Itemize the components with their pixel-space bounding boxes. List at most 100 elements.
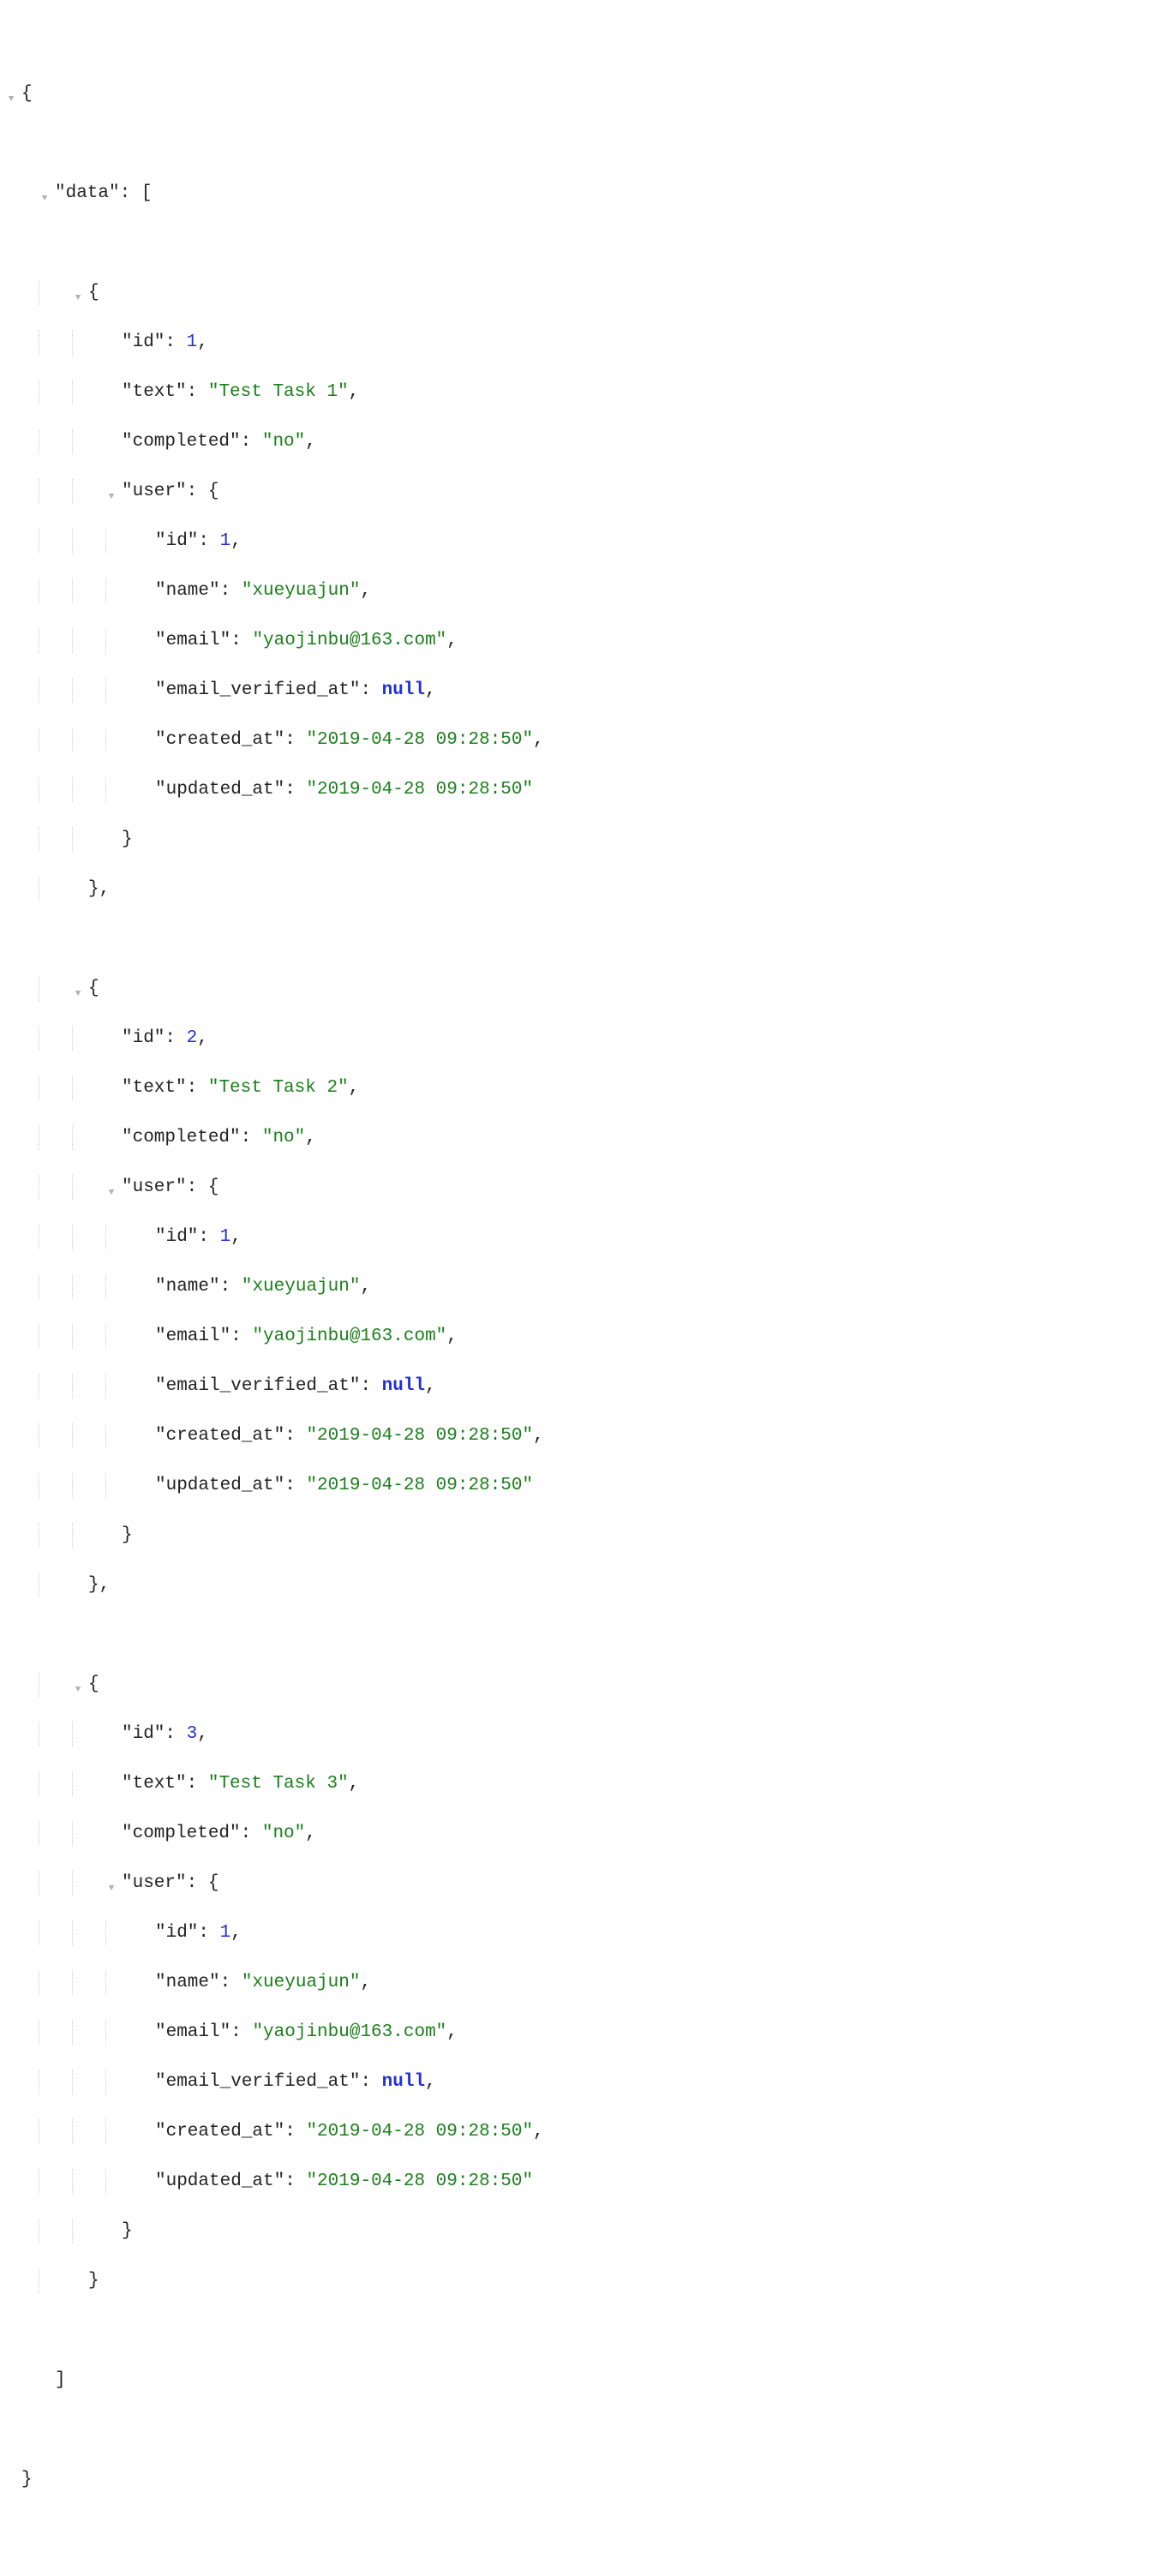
json-key: "text" <box>122 1078 187 1098</box>
json-line: ▼ { <box>5 81 1150 106</box>
json-line: ▼ "email_verified_at": null, <box>5 2070 1150 2094</box>
json-line: ▼ "id": 3, <box>5 1722 1150 1746</box>
json-key: "name" <box>155 581 220 601</box>
json-key: "email" <box>155 631 230 650</box>
json-line: ▼ "name": "xueyuajun", <box>5 1970 1150 1995</box>
json-key: "completed" <box>122 432 241 452</box>
json-string: "yaojinbu@163.com" <box>252 2022 446 2042</box>
json-line: ▼ } <box>5 1523 1150 1548</box>
brace-close: } <box>88 879 99 899</box>
json-line: ▼ "name": "xueyuajun", <box>5 1274 1150 1299</box>
json-number: 1 <box>220 1227 231 1247</box>
json-key: "email" <box>155 2022 230 2042</box>
json-line: ▼ "email_verified_at": null, <box>5 678 1150 703</box>
json-string: "2019-04-28 09:28:50" <box>306 2172 533 2191</box>
json-line: ▼ "name": "xueyuajun", <box>5 578 1150 603</box>
collapse-toggle-icon[interactable]: ▼ <box>5 87 17 112</box>
json-line: ▼ "completed": "no", <box>5 429 1150 454</box>
json-key: "text" <box>122 1774 187 1794</box>
json-string: "yaojinbu@163.com" <box>252 1327 446 1346</box>
json-string: "Test Task 1" <box>208 382 349 402</box>
json-key: "email_verified_at" <box>155 1376 360 1396</box>
collapse-toggle-icon[interactable]: ▼ <box>72 982 84 1007</box>
json-line: ▼ "email": "yaojinbu@163.com", <box>5 1324 1150 1349</box>
json-string: "2019-04-28 09:28:50" <box>306 1476 533 1495</box>
json-line: ▼ "id": 1, <box>5 330 1150 355</box>
json-line: ▼ "updated_at": "2019-04-28 09:28:50" <box>5 1473 1150 1498</box>
json-key: "completed" <box>122 1128 241 1147</box>
collapse-toggle-icon[interactable]: ▼ <box>39 187 51 212</box>
json-line: ▼ "id": 1, <box>5 529 1150 554</box>
json-line: ▼ "updated_at": "2019-04-28 09:28:50" <box>5 777 1150 802</box>
json-key: "created_at" <box>155 730 284 750</box>
json-string: "2019-04-28 09:28:50" <box>306 730 533 750</box>
json-line: ▼ ] <box>5 2368 1150 2393</box>
json-line: ▼ "id": 1, <box>5 1920 1150 1945</box>
json-line: ▼ "text": "Test Task 1", <box>5 380 1150 404</box>
json-number: 1 <box>220 1923 231 1943</box>
json-line: ▼ { <box>5 976 1150 1001</box>
json-string: "2019-04-28 09:28:50" <box>306 2122 533 2142</box>
brace-open: { <box>21 84 33 104</box>
brace-close: } <box>88 2271 99 2291</box>
json-number: 3 <box>187 1724 198 1744</box>
json-key: "user" <box>122 1873 187 1893</box>
json-line: ▼ { <box>5 1672 1150 1697</box>
bracket-close: ] <box>55 2370 66 2390</box>
json-line: ▼ "created_at": "2019-04-28 09:28:50", <box>5 2119 1150 2144</box>
json-line: ▼ } <box>5 2467 1150 2492</box>
json-key: "user" <box>122 482 187 501</box>
json-line: ▼ "email": "yaojinbu@163.com", <box>5 628 1150 653</box>
json-line: ▼ "id": 1, <box>5 1225 1150 1249</box>
json-line: ▼ "text": "Test Task 3", <box>5 1771 1150 1796</box>
brace-close: } <box>122 830 133 849</box>
json-string: "no" <box>262 1128 305 1147</box>
collapse-toggle-icon[interactable]: ▼ <box>105 485 117 510</box>
json-key: "email_verified_at" <box>155 2072 360 2092</box>
json-line: ▼ "user": { <box>5 1871 1150 1896</box>
json-key: "user" <box>122 1177 187 1197</box>
json-line: ▼ "created_at": "2019-04-28 09:28:50", <box>5 1423 1150 1448</box>
json-string: "yaojinbu@163.com" <box>252 631 446 650</box>
brace-close: } <box>88 1575 99 1595</box>
json-key: "email_verified_at" <box>155 680 360 700</box>
collapse-toggle-icon[interactable]: ▼ <box>72 1678 84 1703</box>
json-line: ▼ "text": "Test Task 2", <box>5 1075 1150 1100</box>
json-key: "text" <box>122 382 187 402</box>
json-key: "updated_at" <box>155 780 284 800</box>
collapse-toggle-icon[interactable]: ▼ <box>105 1181 117 1206</box>
json-key: "updated_at" <box>155 1476 284 1495</box>
json-number: 1 <box>187 332 198 352</box>
json-line: ▼ }, <box>5 877 1150 902</box>
collapse-toggle-icon[interactable]: ▼ <box>72 286 84 311</box>
json-line: ▼ "completed": "no", <box>5 1821 1150 1846</box>
brace-close: } <box>21 2470 33 2489</box>
json-null: null <box>382 680 425 700</box>
brace-close: } <box>122 2221 133 2241</box>
json-key: "created_at" <box>155 2122 284 2142</box>
json-line: ▼ "user": { <box>5 1175 1150 1200</box>
json-line: ▼ } <box>5 2219 1150 2244</box>
json-string: "no" <box>262 432 305 452</box>
json-key: "completed" <box>122 1824 241 1843</box>
json-line: ▼ "completed": "no", <box>5 1125 1150 1150</box>
json-string: "2019-04-28 09:28:50" <box>306 1426 533 1446</box>
json-line: ▼ "email_verified_at": null, <box>5 1374 1150 1399</box>
json-key: "id" <box>122 1028 165 1048</box>
json-string: "no" <box>262 1824 305 1843</box>
json-string: "2019-04-28 09:28:50" <box>306 780 533 800</box>
json-string: "xueyuajun" <box>242 1277 361 1297</box>
json-key: "updated_at" <box>155 2172 284 2191</box>
json-line: ▼ "user": { <box>5 479 1150 504</box>
json-tree-viewer: ▼ { ▼ "data": [ ▼ { ▼ "id": 1, ▼ "text":… <box>0 0 1155 2576</box>
json-key: "id" <box>155 531 198 551</box>
json-string: "xueyuajun" <box>242 1973 361 1992</box>
json-number: 2 <box>187 1028 198 1048</box>
json-key: "id" <box>155 1227 198 1247</box>
json-line: ▼ "email": "yaojinbu@163.com", <box>5 2020 1150 2045</box>
json-string: "Test Task 3" <box>208 1774 349 1794</box>
json-key: "name" <box>155 1277 220 1297</box>
json-null: null <box>382 2072 425 2092</box>
json-number: 1 <box>220 531 231 551</box>
collapse-toggle-icon[interactable]: ▼ <box>105 1877 117 1902</box>
